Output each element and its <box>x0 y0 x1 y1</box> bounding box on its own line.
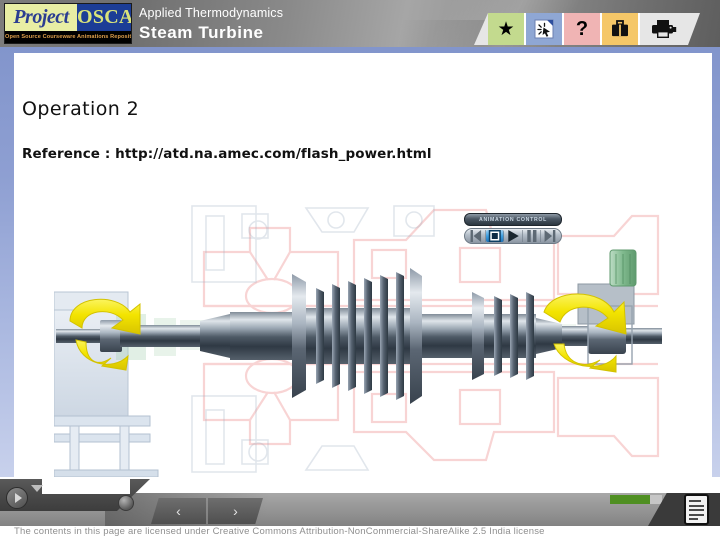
stop-icon <box>488 230 501 242</box>
project-oscar-logo[interactable]: Project OSCAR Open Source Courseware Ani… <box>4 3 132 44</box>
forward-button[interactable] <box>541 230 559 242</box>
application-root: Project OSCAR Open Source Courseware Ani… <box>0 0 720 540</box>
notes-line <box>689 504 704 507</box>
logo-word-project: Project <box>5 4 77 31</box>
license-text: The contents in this page are licensed u… <box>14 526 545 537</box>
logo-wordmark: Project OSCAR <box>5 4 131 31</box>
next-slide-button[interactable]: › <box>208 498 263 524</box>
subject-label: Applied Thermodynamics <box>139 6 284 20</box>
question-mark-icon: ? <box>575 18 589 40</box>
progress-track[interactable] <box>610 495 662 504</box>
skip-back-icon <box>470 230 482 242</box>
play-icon <box>508 230 519 242</box>
toolbar-trailing-edge <box>688 13 700 45</box>
help-button[interactable]: ? <box>564 13 602 45</box>
header-toolbar: ★ ? <box>474 13 700 45</box>
reference-link[interactable]: Reference : http://atd.na.amec.com/flash… <box>22 146 432 162</box>
page-header: Project OSCAR Open Source Courseware Ani… <box>0 0 720 47</box>
animation-control-bar <box>464 228 562 244</box>
printer-icon <box>652 20 677 38</box>
slide-stage: Operation 2 Reference : http://atd.na.am… <box>14 53 712 477</box>
turbine-svg <box>54 205 662 477</box>
player-white-gap <box>42 477 130 494</box>
resources-button[interactable] <box>602 13 640 45</box>
notes-line <box>689 509 704 511</box>
footer-play-button[interactable] <box>6 487 28 509</box>
logo-tagline: Open Source Courseware Animations Reposi… <box>5 31 131 43</box>
print-button[interactable] <box>640 13 688 45</box>
cursor-click-icon <box>534 19 554 39</box>
rewind-button[interactable] <box>467 230 486 242</box>
interact-button[interactable] <box>526 13 564 45</box>
favorites-button[interactable]: ★ <box>488 13 526 45</box>
pause-button[interactable] <box>523 230 542 242</box>
star-icon: ★ <box>497 18 515 40</box>
operation-title: Operation 2 <box>22 98 140 120</box>
toolbar-lead-edge <box>474 13 488 45</box>
animation-control-panel: ANIMATION CONTROL <box>464 213 562 244</box>
volume-knob[interactable] <box>118 495 134 511</box>
page-title: Steam Turbine <box>139 23 264 42</box>
stop-button[interactable] <box>485 230 505 242</box>
briefcase-icon <box>612 20 628 37</box>
play-icon <box>14 493 22 503</box>
notes-line <box>689 500 701 502</box>
animation-control-label: ANIMATION CONTROL <box>464 213 562 226</box>
steam-turbine-diagram: ANIMATION CONTROL <box>54 188 664 477</box>
logo-word-oscar: OSCAR <box>77 4 131 31</box>
pause-icon <box>527 230 537 242</box>
rotor-shaft <box>56 308 662 364</box>
notes-line <box>689 518 699 520</box>
document-notes-icon[interactable] <box>684 494 709 525</box>
progress-fill <box>610 495 650 504</box>
skip-forward-icon <box>544 230 556 242</box>
notes-line <box>689 513 704 516</box>
play-dropdown-caret-icon[interactable] <box>31 485 43 492</box>
content-frame: Operation 2 Reference : http://atd.na.am… <box>0 47 720 477</box>
previous-slide-button[interactable]: ‹ <box>151 498 206 524</box>
play-button[interactable] <box>504 230 523 242</box>
content-surface: Operation 2 Reference : http://atd.na.am… <box>14 53 712 477</box>
